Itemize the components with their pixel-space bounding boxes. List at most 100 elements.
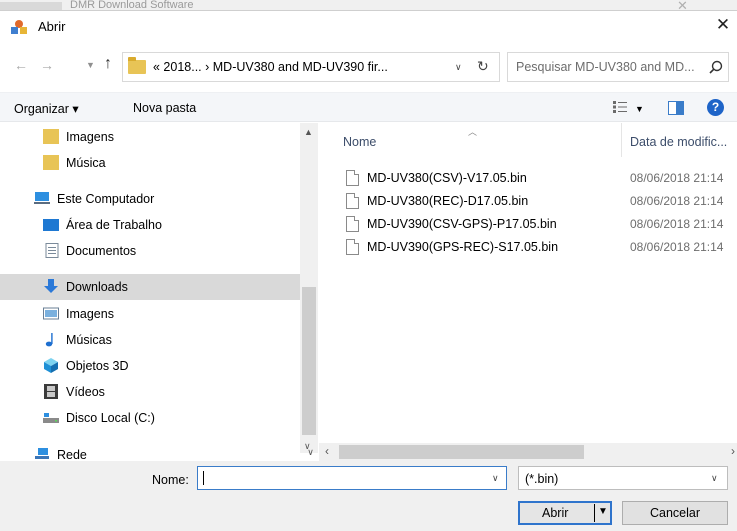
sort-ascending-icon: ︿: [468, 127, 478, 137]
command-toolbar: Organizar ▾ Nova pasta ▼ ?: [0, 92, 737, 122]
documents-icon: [45, 243, 59, 258]
forward-arrow-icon[interactable]: →: [40, 57, 54, 73]
sidebar-item-musicas[interactable]: Músicas: [0, 327, 300, 353]
sidebar-item-downloads[interactable]: Downloads: [0, 274, 300, 300]
sidebar-item-label: Este Computador: [57, 192, 155, 206]
file-date: 08/06/2018 21:14: [630, 171, 724, 185]
column-header-name[interactable]: Nome: [343, 135, 376, 161]
view-dropdown-chevron-icon[interactable]: ▼: [635, 104, 644, 114]
folder-icon: [43, 155, 59, 170]
sidebar-item-musica[interactable]: Música: [0, 150, 300, 176]
column-header-date-modified[interactable]: Data de modific...: [630, 135, 727, 161]
file-icon: [346, 239, 359, 255]
cancel-button[interactable]: Cancelar: [622, 501, 728, 525]
sidebar-item-disco-local[interactable]: Disco Local (C:): [0, 405, 300, 431]
dialog-title: Abrir: [38, 19, 66, 34]
sidebar-item-este-computador[interactable]: Este Computador: [0, 186, 300, 212]
dialog-footer: Nome: ∨ (*.bin) ∨ Abrir ▼ Cancelar: [0, 461, 737, 531]
file-type-value: (*.bin): [525, 472, 559, 486]
computer-icon: [34, 192, 50, 204]
download-icon: [44, 279, 58, 293]
open-button-label: Abrir: [542, 506, 569, 520]
folder-icon: [128, 57, 146, 74]
file-row[interactable]: MD-UV390(GPS-REC)-S17.05.bin 08/06/2018 …: [319, 236, 737, 258]
sidebar-item-label: Objetos 3D: [66, 359, 129, 373]
file-type-chevron-icon[interactable]: ∨: [711, 473, 718, 484]
sidebar-item-label: Imagens: [66, 130, 114, 144]
column-divider[interactable]: [621, 123, 622, 157]
back-arrow-icon[interactable]: ←: [14, 57, 28, 73]
cancel-button-label: Cancelar: [649, 506, 701, 520]
new-folder-button[interactable]: Nova pasta: [133, 101, 196, 115]
organize-menu-button[interactable]: Organizar ▾: [14, 101, 79, 116]
file-row[interactable]: MD-UV380(CSV)-V17.05.bin 08/06/2018 21:1…: [319, 167, 737, 189]
file-list: ︿ Nome Data de modific... MD-UV380(CSV)-…: [319, 123, 737, 443]
sidebar-item-label: Imagens: [66, 307, 114, 321]
file-date: 08/06/2018 21:14: [630, 194, 724, 208]
preview-pane-icon[interactable]: [668, 101, 684, 115]
split-divider: [594, 504, 595, 522]
film-icon: [44, 384, 58, 399]
navigation-pane-scrollbar[interactable]: ▲ ∨: [300, 123, 318, 453]
file-icon: [346, 216, 359, 232]
close-icon[interactable]: ✕: [712, 14, 734, 36]
drive-icon: [43, 413, 59, 423]
sidebar-item-label: Área de Trabalho: [66, 218, 162, 232]
sidebar-item-label: Música: [66, 156, 106, 170]
sidebar-item-objetos-3d[interactable]: Objetos 3D: [0, 353, 300, 379]
navigation-bar: ← → ▼ ↑ « 2018... › MD-UV380 and MD-UV39…: [0, 51, 737, 85]
file-name[interactable]: MD-UV390(CSV-GPS)-P17.05.bin: [367, 217, 557, 231]
search-input[interactable]: Pesquisar MD-UV380 and MD...: [507, 52, 729, 82]
address-bar[interactable]: « 2018... › MD-UV380 and MD-UV390 fir...…: [122, 52, 500, 82]
help-icon[interactable]: ?: [707, 99, 724, 116]
folder-icon: [43, 129, 59, 144]
search-placeholder: Pesquisar MD-UV380 and MD...: [516, 60, 695, 74]
file-row[interactable]: MD-UV390(CSV-GPS)-P17.05.bin 08/06/2018 …: [319, 213, 737, 235]
scroll-left-arrow-icon[interactable]: ‹: [325, 444, 329, 458]
scrollbar-thumb[interactable]: [339, 445, 584, 459]
sidebar-item-label: Disco Local (C:): [66, 411, 155, 425]
open-options-dropdown-icon[interactable]: ▼: [598, 506, 608, 517]
refresh-icon[interactable]: ↻: [477, 58, 489, 75]
dialog-titlebar: Abrir ✕: [0, 11, 737, 41]
music-note-icon: [45, 333, 53, 347]
address-path[interactable]: « 2018... › MD-UV380 and MD-UV390 fir...: [153, 60, 388, 74]
file-icon: [346, 170, 359, 186]
scroll-right-arrow-icon[interactable]: ›: [731, 444, 735, 458]
file-name[interactable]: MD-UV380(CSV)-V17.05.bin: [367, 171, 527, 185]
view-options-icon[interactable]: [612, 100, 628, 114]
sidebar-item-label: Vídeos: [66, 385, 105, 399]
file-name-history-chevron-icon[interactable]: ∨: [492, 473, 499, 484]
file-name[interactable]: MD-UV390(GPS-REC)-S17.05.bin: [367, 240, 558, 254]
scroll-down-chevron-icon[interactable]: ∨: [302, 443, 319, 461]
sidebar-item-label: Rede: [57, 448, 87, 462]
address-dropdown-chevron-icon[interactable]: ∨: [455, 62, 462, 73]
file-list-horizontal-scrollbar[interactable]: ‹ ›: [319, 443, 737, 461]
network-icon: [35, 448, 49, 459]
sidebar-item-area-de-trabalho[interactable]: Área de Trabalho: [0, 212, 300, 238]
sidebar-item-imagens-library[interactable]: Imagens: [0, 301, 300, 327]
sidebar-item-label: Downloads: [66, 280, 128, 294]
up-arrow-icon[interactable]: ↑: [104, 55, 112, 73]
search-icon[interactable]: [708, 59, 724, 75]
file-date: 08/06/2018 21:14: [630, 217, 724, 231]
file-name[interactable]: MD-UV380(REC)-D17.05.bin: [367, 194, 528, 208]
background-window-edge: [0, 2, 62, 10]
file-icon: [346, 193, 359, 209]
app-icon: [11, 20, 27, 34]
text-cursor: [203, 471, 204, 485]
sidebar-item-label: Documentos: [66, 244, 137, 258]
file-type-select[interactable]: (*.bin) ∨: [518, 466, 728, 490]
sidebar-item-imagens[interactable]: Imagens: [0, 124, 300, 150]
scrollbar-thumb[interactable]: [302, 287, 316, 435]
open-button[interactable]: Abrir ▼: [518, 501, 612, 525]
sidebar-item-documentos[interactable]: Documentos: [0, 238, 300, 264]
file-row[interactable]: MD-UV380(REC)-D17.05.bin 08/06/2018 21:1…: [319, 190, 737, 212]
file-date: 08/06/2018 21:14: [630, 240, 724, 254]
recent-locations-chevron-icon[interactable]: ▼: [86, 60, 95, 70]
pictures-icon: [43, 307, 59, 320]
scroll-up-arrow-icon[interactable]: ▲: [304, 127, 313, 137]
file-name-input[interactable]: ∨: [197, 466, 507, 490]
navigation-pane: Imagens Música Este Computador Área de T…: [0, 123, 318, 462]
sidebar-item-videos[interactable]: Vídeos: [0, 379, 300, 405]
